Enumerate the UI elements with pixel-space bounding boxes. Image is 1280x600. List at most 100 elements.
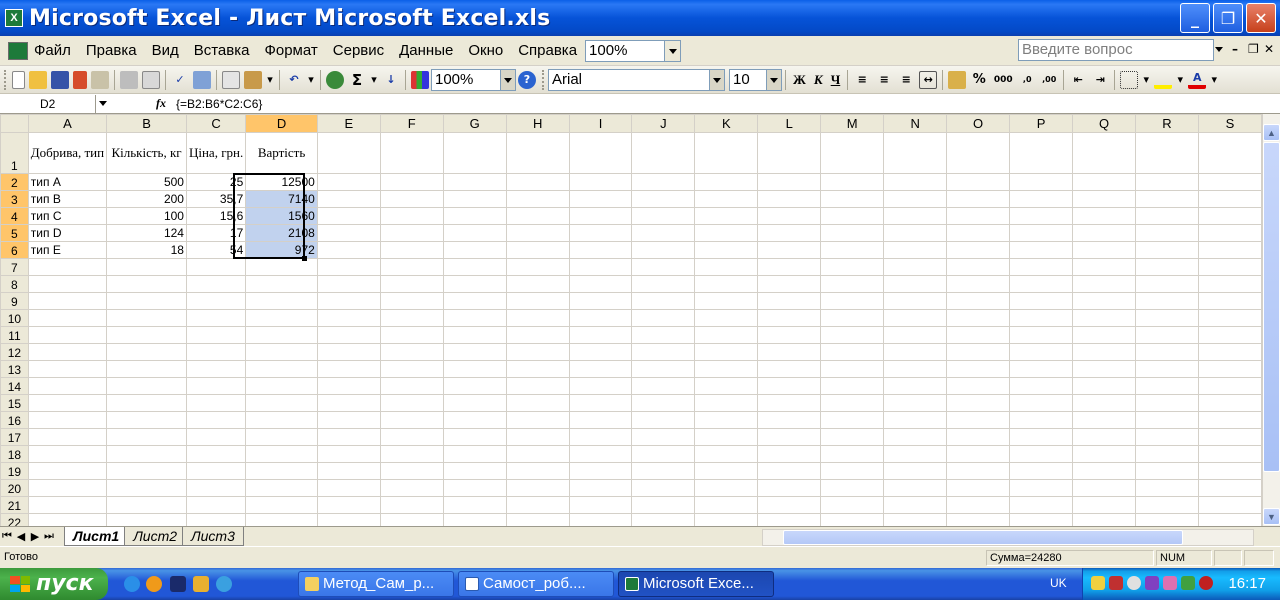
name-box[interactable]: D2	[0, 94, 96, 113]
cell[interactable]	[379, 343, 444, 361]
toolbar-grip[interactable]	[4, 69, 7, 90]
row-header[interactable]: 10	[0, 309, 29, 327]
tray-icon[interactable]	[1163, 576, 1177, 590]
cell[interactable]	[694, 377, 759, 395]
cell[interactable]	[185, 326, 247, 344]
cell[interactable]	[27, 275, 108, 293]
cell[interactable]	[27, 258, 108, 276]
cell[interactable]	[631, 513, 696, 526]
cell[interactable]	[757, 462, 822, 480]
cell[interactable]	[1009, 173, 1074, 191]
floppy-icon[interactable]	[170, 576, 186, 592]
cell[interactable]	[883, 428, 948, 446]
cell[interactable]	[757, 241, 822, 259]
cell[interactable]	[245, 411, 318, 429]
cell[interactable]	[568, 326, 633, 344]
chart-wizard-icon[interactable]	[411, 70, 429, 89]
cell[interactable]	[883, 411, 948, 429]
search-icon[interactable]	[1127, 576, 1141, 590]
cell[interactable]: 25	[185, 173, 247, 191]
tray-icon[interactable]	[1091, 576, 1105, 590]
cell[interactable]	[883, 132, 948, 174]
cell[interactable]	[1197, 394, 1262, 412]
cell[interactable]	[883, 258, 948, 276]
cell[interactable]	[505, 496, 570, 514]
autosum-icon[interactable]: Σ	[348, 71, 366, 89]
cell[interactable]	[442, 326, 507, 344]
column-header-s[interactable]: S	[1197, 114, 1262, 133]
cell[interactable]	[568, 343, 633, 361]
cell[interactable]	[1134, 309, 1199, 327]
cell[interactable]	[820, 173, 885, 191]
row-header[interactable]: 8	[0, 275, 29, 293]
cell[interactable]	[505, 258, 570, 276]
cell[interactable]	[185, 428, 247, 446]
cell[interactable]	[505, 462, 570, 480]
cell[interactable]	[1009, 309, 1074, 327]
cell[interactable]	[820, 292, 885, 310]
cell[interactable]	[1134, 496, 1199, 514]
cell[interactable]	[27, 343, 108, 361]
prev-sheet-icon[interactable]: ◀	[14, 530, 28, 543]
cell[interactable]	[245, 479, 318, 497]
cell[interactable]	[106, 462, 187, 480]
cell[interactable]	[379, 513, 444, 526]
cell[interactable]	[820, 343, 885, 361]
cell[interactable]	[316, 377, 381, 395]
cell[interactable]	[883, 445, 948, 463]
taskbar-button-excel[interactable]: Microsoft Exce...	[618, 571, 774, 597]
open-folder-icon[interactable]	[29, 70, 47, 89]
cell[interactable]	[757, 132, 822, 174]
cell[interactable]	[505, 377, 570, 395]
column-header-n[interactable]: N	[883, 114, 948, 133]
cell[interactable]	[631, 173, 696, 191]
chevron-down-icon[interactable]	[767, 68, 782, 91]
cell[interactable]	[1072, 479, 1136, 497]
cell[interactable]	[820, 360, 885, 378]
cell[interactable]	[442, 275, 507, 293]
cell[interactable]	[1072, 258, 1136, 276]
cell[interactable]	[1197, 275, 1262, 293]
cell[interactable]	[316, 190, 381, 208]
cell[interactable]	[379, 224, 444, 242]
cell[interactable]	[1072, 445, 1136, 463]
cell[interactable]	[1072, 360, 1136, 378]
cell[interactable]	[442, 258, 507, 276]
row-header[interactable]: 13	[0, 360, 29, 378]
cell[interactable]: 18	[106, 241, 187, 259]
tool-icon[interactable]	[193, 576, 209, 592]
cell[interactable]	[442, 241, 507, 259]
chevron-down-icon[interactable]: ▾	[1176, 71, 1184, 89]
cell[interactable]	[631, 132, 696, 174]
browser-icon[interactable]	[216, 576, 232, 592]
cell[interactable]	[316, 326, 381, 344]
cell[interactable]	[1197, 224, 1262, 242]
cell[interactable]	[631, 411, 696, 429]
save-icon[interactable]	[51, 70, 69, 89]
cell[interactable]	[631, 309, 696, 327]
cell[interactable]	[883, 309, 948, 327]
align-right-icon[interactable]: ≡	[897, 71, 915, 89]
row-header[interactable]: 15	[0, 394, 29, 412]
cell[interactable]	[631, 207, 696, 225]
row-header[interactable]: 19	[0, 462, 29, 480]
cell[interactable]	[820, 258, 885, 276]
cell[interactable]	[568, 377, 633, 395]
cell[interactable]	[1134, 360, 1199, 378]
cell[interactable]	[442, 309, 507, 327]
cell[interactable]	[883, 394, 948, 412]
cell[interactable]	[379, 173, 444, 191]
cell[interactable]	[1072, 513, 1136, 526]
column-header-h[interactable]: H	[505, 114, 570, 133]
cell[interactable]	[379, 241, 444, 259]
cell[interactable]	[1072, 132, 1136, 174]
cell[interactable]	[694, 309, 759, 327]
cell[interactable]	[505, 445, 570, 463]
cell[interactable]	[1197, 326, 1262, 344]
cell[interactable]	[568, 496, 633, 514]
cell[interactable]	[631, 326, 696, 344]
cell[interactable]	[820, 275, 885, 293]
cell[interactable]	[1197, 343, 1262, 361]
cell[interactable]	[379, 411, 444, 429]
cell[interactable]	[106, 479, 187, 497]
